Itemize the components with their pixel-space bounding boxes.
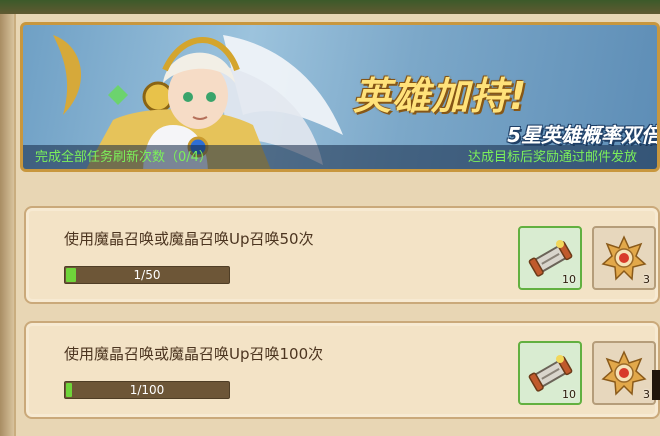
reward-count: 10 [562, 388, 576, 401]
event-banner: 英雄加持! 5星英雄概率双倍 完成全部任务刷新次数（0/4） 达成目标后奖励通过… [20, 22, 660, 172]
progress-text: 1/50 [133, 268, 161, 282]
task-progress-bar: 1/100 [64, 381, 230, 399]
mail-reward-note: 达成目标后奖励通过邮件发放 [467, 150, 637, 165]
task-card: 使用魔晶召唤或魔晶召唤Up召唤50次 1/50 10 3 [24, 206, 660, 304]
left-edge [0, 14, 14, 436]
reward-count: 3 [643, 273, 650, 286]
banner-subtitle: 5星英雄概率双倍 [507, 123, 660, 147]
refresh-progress-text: 完成全部任务刷新次数（0/4） [35, 150, 212, 165]
reward-slot-scroll[interactable]: 10 [518, 341, 582, 405]
reward-slot-scroll[interactable]: 10 [518, 226, 582, 290]
reward-count: 3 [643, 388, 650, 401]
task-name: 使用魔晶召唤或魔晶召唤Up召唤100次 [64, 345, 324, 363]
progress-text: 1/100 [129, 383, 165, 397]
reward-slot-medal[interactable]: 3 [592, 341, 656, 405]
banner-title: 英雄加持! [353, 74, 528, 118]
task-card: 使用魔晶召唤或魔晶召唤Up召唤100次 1/100 10 3 [24, 321, 660, 419]
edge-marker [652, 370, 660, 400]
reward-count: 10 [562, 273, 576, 286]
task-progress-bar: 1/50 [64, 266, 230, 284]
task-name: 使用魔晶召唤或魔晶召唤Up召唤50次 [64, 230, 314, 248]
star-medal-icon [601, 350, 647, 396]
star-medal-icon [601, 235, 647, 281]
reward-slot-medal[interactable]: 3 [592, 226, 656, 290]
